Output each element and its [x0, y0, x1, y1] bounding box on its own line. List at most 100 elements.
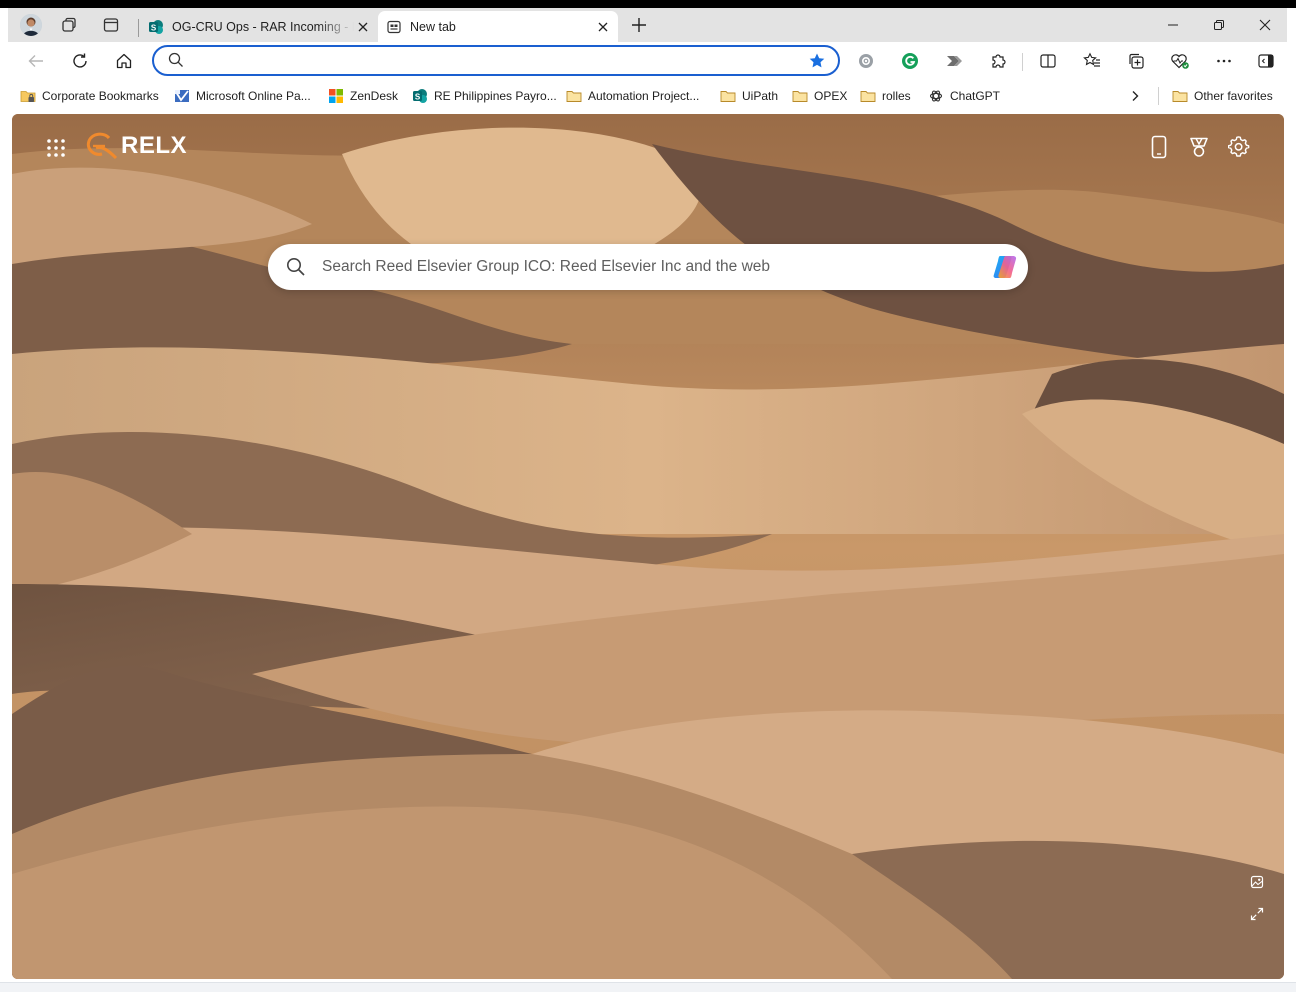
- new-tab-page-icon: [386, 19, 402, 35]
- brand-wordmark: RELX: [121, 132, 188, 159]
- favorites-list-icon: [1083, 52, 1100, 67]
- plus-icon: [632, 18, 646, 32]
- tab-new-tab[interactable]: New tab: [378, 11, 618, 42]
- home-button[interactable]: [108, 46, 140, 76]
- split-screen-icon: [1040, 54, 1056, 68]
- bookmark-label: OPEX: [814, 89, 848, 103]
- web-search-input[interactable]: [322, 256, 962, 278]
- home-icon: [116, 53, 132, 69]
- tab-strip: S OG-CRU Ops - RAR Incoming - Di New tab: [8, 8, 1287, 42]
- vertical-tabs-button[interactable]: [96, 12, 126, 38]
- bookmark-other-favorites[interactable]: Other favorites: [1172, 87, 1273, 105]
- favorite-star-icon[interactable]: [808, 52, 826, 70]
- sidebar-toggle-button[interactable]: [1250, 46, 1282, 76]
- close-icon[interactable]: [354, 18, 372, 36]
- background-info-button[interactable]: [1246, 871, 1268, 893]
- window-edge: [1288, 8, 1296, 982]
- bookmark-label: RE Philippines Payro...: [434, 89, 557, 103]
- taskbar-edge: [0, 982, 1296, 992]
- top-black-bar: [0, 0, 1296, 8]
- svg-text:S: S: [415, 92, 421, 101]
- bookmarks-divider: [1158, 87, 1159, 105]
- bookmarks-overflow-button[interactable]: [1128, 87, 1142, 105]
- profile-avatar[interactable]: [20, 14, 42, 36]
- bookmark-label: rolles: [882, 89, 911, 103]
- new-tab-button[interactable]: [624, 12, 654, 38]
- image-icon: [1250, 875, 1264, 889]
- back-button[interactable]: [20, 46, 52, 76]
- folder-icon: [792, 88, 808, 104]
- bookmark-label: ZenDesk: [350, 89, 399, 103]
- bookmarks-bar: Corporate Bookmarks Microsoft Online Pa.…: [8, 80, 1287, 112]
- address-input[interactable]: [192, 51, 792, 71]
- close-icon: [1259, 19, 1271, 31]
- bookmark-corporate-bookmarks[interactable]: Corporate Bookmarks: [20, 87, 159, 105]
- workspaces-icon: [62, 17, 76, 32]
- extensions-button[interactable]: [982, 46, 1014, 76]
- tab-og-cru-ops[interactable]: S OG-CRU Ops - RAR Incoming - Di: [140, 11, 378, 42]
- toolbar-divider: [1022, 53, 1023, 71]
- sharepoint-icon: S: [412, 88, 428, 104]
- bookmark-chatgpt[interactable]: ChatGPT: [928, 87, 1000, 105]
- minimize-button[interactable]: [1150, 8, 1196, 42]
- extension-settings-button[interactable]: [850, 46, 882, 76]
- tab-actions-icon: [103, 18, 119, 32]
- page-settings-button[interactable]: [1224, 132, 1254, 162]
- web-search-box[interactable]: [268, 244, 1028, 290]
- folder-icon: [860, 88, 876, 104]
- gear-icon: [1228, 136, 1250, 157]
- fullscreen-background-button[interactable]: [1246, 903, 1268, 925]
- bookmark-label: ChatGPT: [950, 89, 1001, 103]
- back-arrow-icon: [28, 55, 43, 67]
- bookmark-uipath[interactable]: UiPath: [720, 87, 778, 105]
- split-screen-button[interactable]: [1032, 46, 1064, 76]
- collections-button[interactable]: [1120, 46, 1152, 76]
- bookmark-re-philippines-payroll[interactable]: S RE Philippines Payro...: [412, 87, 557, 105]
- refresh-button[interactable]: [64, 46, 96, 76]
- sidebar-icon: [1258, 54, 1274, 68]
- minimize-icon: [1168, 24, 1178, 26]
- browser-essentials-button[interactable]: [1164, 46, 1196, 76]
- folder-lock-icon: [20, 88, 36, 104]
- app-grid-icon: [47, 139, 65, 157]
- close-icon[interactable]: [594, 18, 612, 36]
- folder-icon: [1172, 88, 1188, 104]
- collections-icon: [1129, 53, 1144, 69]
- chevron-right-icon: [1132, 91, 1139, 101]
- folder-icon: [720, 88, 736, 104]
- bookmark-label: Other favorites: [1194, 89, 1273, 103]
- bookmark-opex[interactable]: OPEX: [792, 87, 847, 105]
- favorites-button[interactable]: [1076, 46, 1108, 76]
- navigation-bar: [8, 42, 1287, 80]
- address-bar[interactable]: [152, 45, 840, 76]
- new-tab-page: RELX: [12, 114, 1284, 979]
- close-window-button[interactable]: [1242, 8, 1288, 42]
- relx-logo: RELX: [84, 130, 187, 162]
- relx-mark-icon: [86, 132, 118, 160]
- trophy-icon: [1190, 137, 1208, 157]
- restore-button[interactable]: [1196, 8, 1242, 42]
- settings-and-more-button[interactable]: [1208, 46, 1240, 76]
- sharepoint-icon: S: [148, 19, 164, 35]
- refresh-icon: [73, 53, 87, 68]
- bookmark-automation-project[interactable]: Automation Project...: [566, 87, 699, 105]
- bookmark-label: Corporate Bookmarks: [42, 89, 159, 103]
- phone-icon: [1151, 135, 1167, 159]
- restore-icon: [1214, 20, 1224, 30]
- bookmark-zendesk[interactable]: ZenDesk: [328, 87, 398, 105]
- mobile-app-button[interactable]: [1144, 132, 1174, 162]
- power-automate-button[interactable]: [938, 46, 970, 76]
- search-icon: [287, 258, 305, 276]
- bookmark-microsoft-online[interactable]: Microsoft Online Pa...: [174, 87, 311, 105]
- tab-title: OG-CRU Ops - RAR Incoming - Di: [172, 19, 354, 34]
- workspaces-button[interactable]: [54, 12, 84, 38]
- copilot-icon[interactable]: [990, 252, 1020, 282]
- bookmark-rolles[interactable]: rolles: [860, 87, 911, 105]
- puzzle-icon: [992, 54, 1006, 68]
- grammarly-button[interactable]: [894, 46, 926, 76]
- grammarly-icon: [902, 53, 918, 69]
- tab-title: New tab: [410, 19, 456, 34]
- gear-extension-icon: [859, 54, 873, 68]
- rewards-button[interactable]: [1184, 132, 1214, 162]
- app-launcher-button[interactable]: [40, 132, 72, 164]
